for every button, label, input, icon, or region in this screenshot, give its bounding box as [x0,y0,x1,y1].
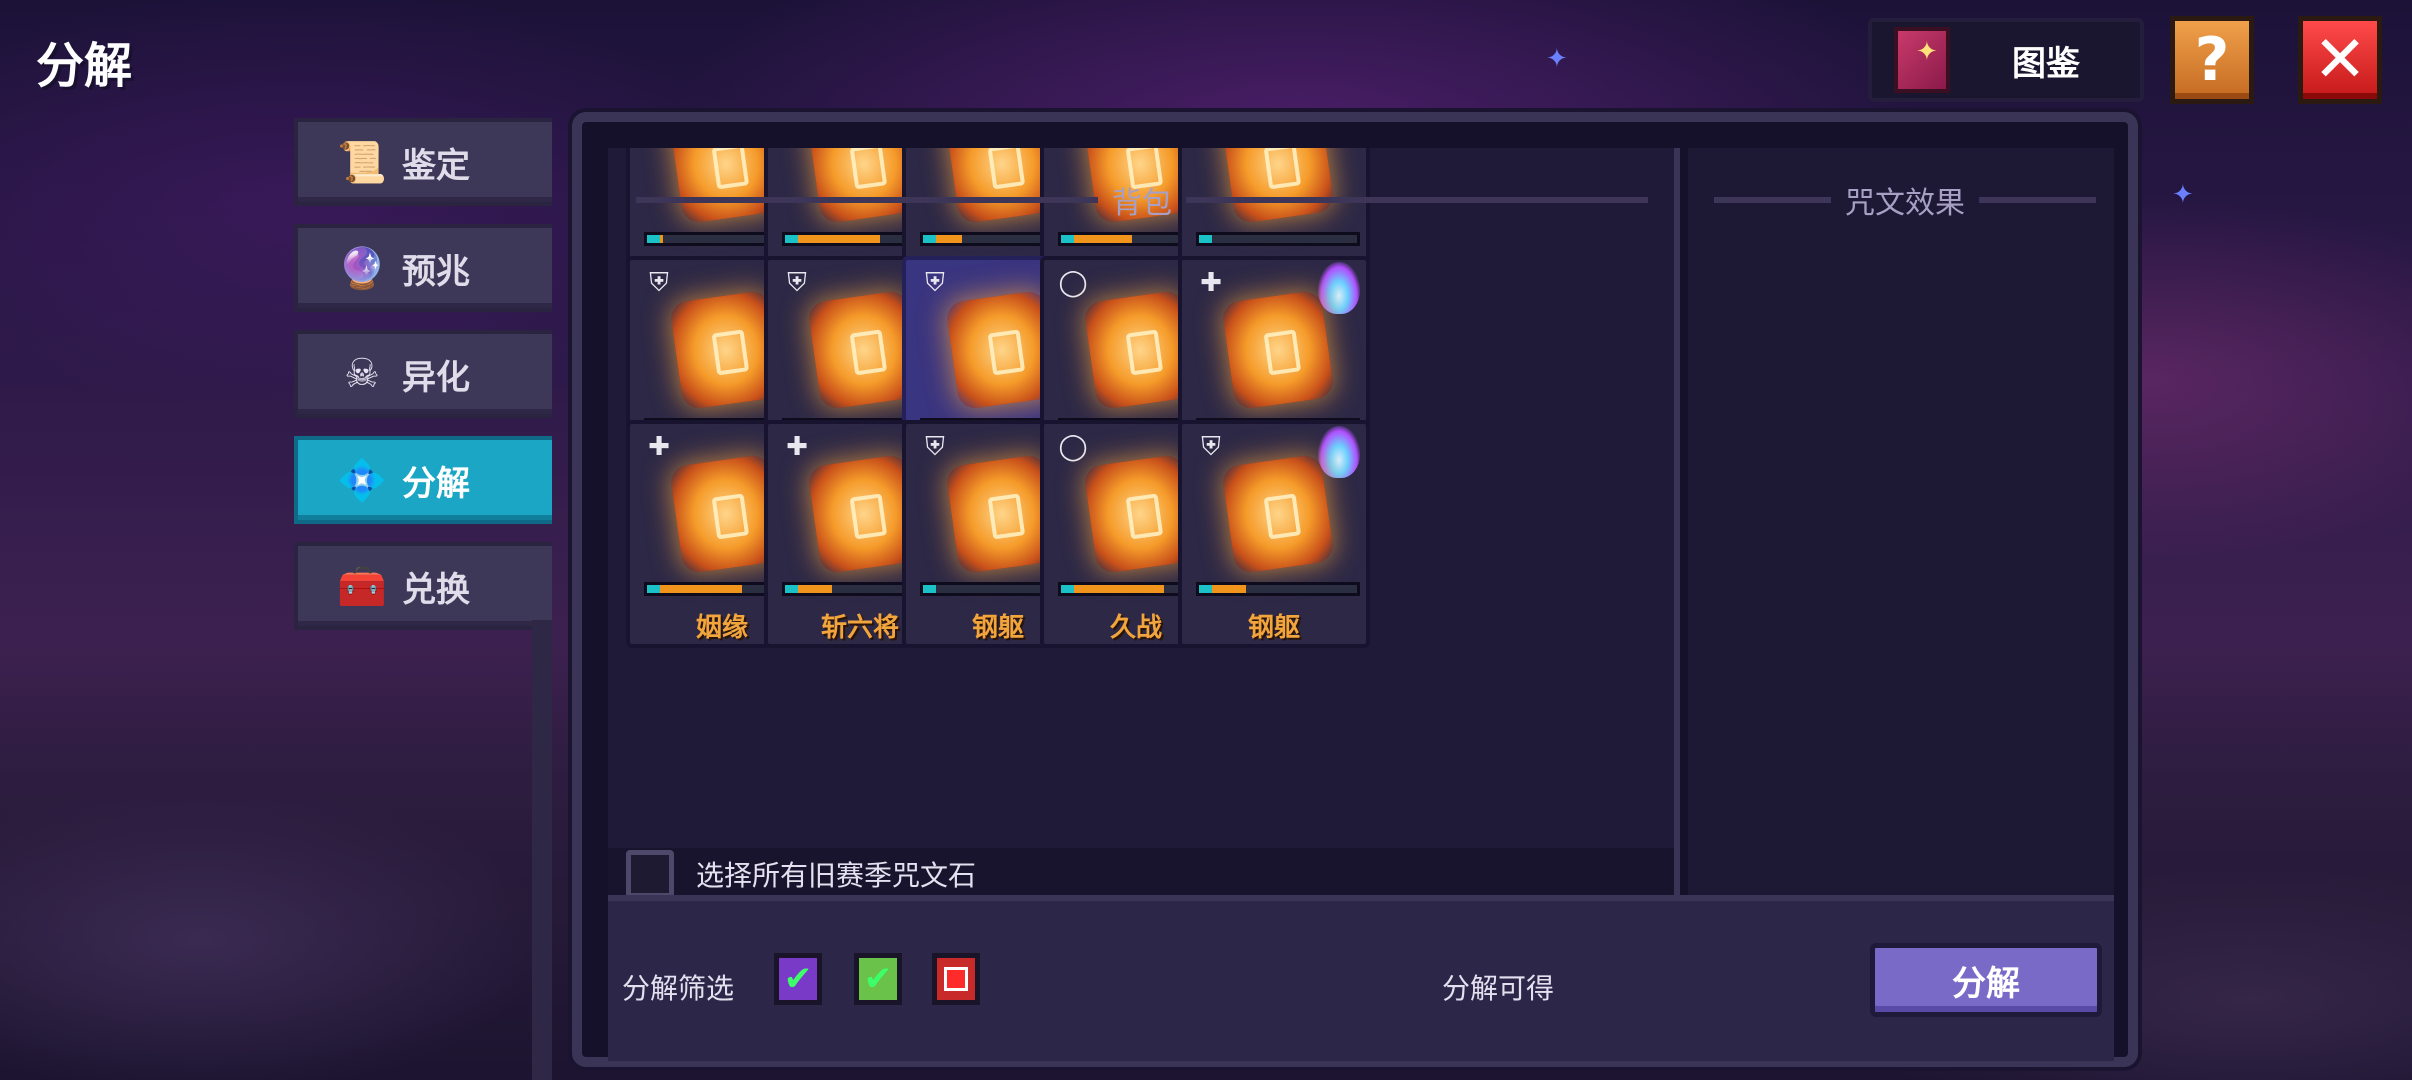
bag-header: 背包 [622,182,1662,221]
armor-icon: ⛨ [925,267,945,298]
sword-icon: ✚ [786,432,808,462]
main-panel: 斩厄眼渊壳循环神履玉衣乱臣神履玉衣⛨钢躯⛨生死界⛨过五关◯青灯照魄✚槐影✚姻缘✚… [572,112,2138,1067]
check-icon: ✔ [783,959,813,999]
armor-icon: ⛨ [649,267,669,298]
filter-label: 分解筛选 [622,972,735,1005]
bottom-bar: 分解筛选 ✔ ✔ 分解可得 分解 [608,895,2114,1061]
soul-flame-icon [1318,426,1360,478]
mutation-icon: ☠ [344,351,380,397]
tab-mutation[interactable]: ☠ 异化 [294,330,552,418]
effect-header: 咒文效果 [1700,182,2110,221]
ring-icon: ◯ [1058,432,1088,462]
armor-icon: ⛨ [1201,431,1221,462]
decompose-button[interactable]: 分解 [1870,943,2102,1017]
select-all-label: 选择所有旧赛季咒文石 [696,859,977,892]
codex-label: 图鉴 [2012,43,2080,84]
orb-icon: 🔮 [337,245,387,292]
select-all-checkbox[interactable] [626,850,674,895]
chest-icon: 🧰 [337,563,387,610]
tab-label: 预兆 [402,251,470,292]
sword-icon: ✚ [1200,268,1222,298]
close-button[interactable]: ✕ [2298,16,2382,104]
rune-card[interactable]: ⛨ 钢躯 [1178,420,1370,648]
obtain-label: 分解可得 [1442,972,1555,1005]
filter-green-checkbox[interactable]: ✔ [854,953,902,1005]
star-icon: ✦ [2172,180,2194,210]
rune-name: 钢躯 [1247,613,1300,643]
tab-label: 兑换 [402,569,470,610]
tab-label: 分解 [402,463,470,504]
bag-grid[interactable]: 斩厄眼渊壳循环神履玉衣乱臣神履玉衣⛨钢躯⛨生死界⛨过五关◯青灯照魄✚槐影✚姻缘✚… [608,148,1680,895]
scroll-icon: 📜 [337,139,387,186]
filter-purple-checkbox[interactable]: ✔ [774,953,822,1005]
rune-stone-icon [1220,453,1336,575]
progress-bar [1196,232,1360,246]
check-icon: ✔ [863,959,893,999]
progress-bar [1196,582,1360,596]
codex-button[interactable]: 图鉴 [1868,18,2144,102]
soul-flame-icon [1318,262,1360,314]
rune-stone-icon [1220,289,1336,411]
crystal-icon: 💠 [337,457,387,504]
filter-red-checkbox[interactable] [932,953,980,1005]
unchecked-square-icon [944,967,968,991]
tab-rail [532,620,552,1080]
tab-omen[interactable]: 🔮 预兆 [294,224,552,312]
star-icon: ✦ [1546,44,1568,74]
rune-effect-panel [1688,148,2114,895]
tab-label: 异化 [402,357,470,398]
ring-icon: ◯ [1058,268,1088,298]
armor-icon: ⛨ [925,431,945,462]
codex-book-icon [1894,27,1950,93]
tab-label: 鉴定 [402,145,470,186]
sword-icon: ✚ [648,432,670,462]
select-all-row: 选择所有旧赛季咒文石 [608,848,1674,895]
tab-identify[interactable]: 📜 鉴定 [294,118,552,206]
armor-icon: ⛨ [787,267,807,298]
page-title: 分解 [36,38,133,94]
tab-decompose[interactable]: 💠 分解 [294,436,552,524]
tab-exchange[interactable]: 🧰 兑换 [294,542,552,630]
help-button[interactable]: ? [2170,16,2254,104]
